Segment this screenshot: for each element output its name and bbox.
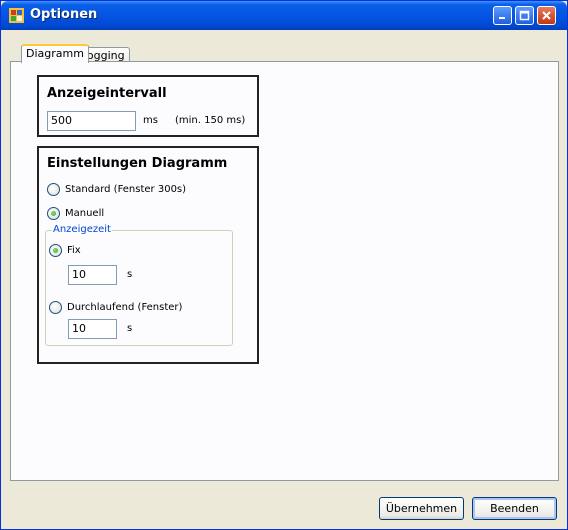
- fix-seconds-input[interactable]: 10: [68, 265, 117, 285]
- radio-durchlaufend-label[interactable]: Durchlaufend (Fenster): [67, 302, 182, 313]
- close-icon: [542, 11, 551, 20]
- minimize-button[interactable]: [493, 6, 512, 25]
- subgroup-anzeigezeit-title: Anzeigezeit: [52, 224, 112, 235]
- radio-fix-label[interactable]: Fix: [67, 245, 81, 256]
- minimize-icon: [499, 17, 505, 19]
- subgroup-anzeigezeit: Anzeigezeit Fix 10 s Durchlaufend (Fenst…: [45, 224, 233, 346]
- anzeigeintervall-input[interactable]: 500: [47, 111, 136, 131]
- tab-diagramm[interactable]: Diagramm: [21, 44, 89, 63]
- title-bar[interactable]: Optionen: [1, 1, 567, 30]
- radio-manuell-checked-dot: [51, 211, 56, 216]
- group-anzeigeintervall-title: Anzeigeintervall: [47, 86, 167, 101]
- radio-manuell[interactable]: [47, 207, 60, 220]
- maximize-button[interactable]: [515, 6, 534, 25]
- anzeigeintervall-unit: ms: [143, 115, 158, 126]
- tab-panel-diagramm: Anzeigeintervall 500 ms (min. 150 ms) Ei…: [10, 61, 559, 481]
- group-einstellungen-title: Einstellungen Diagramm: [47, 156, 228, 171]
- maximize-icon: [519, 10, 530, 21]
- apply-button[interactable]: Übernehmen: [379, 497, 464, 520]
- window-title: Optionen: [30, 7, 98, 22]
- durchlaufend-seconds-unit: s: [127, 323, 133, 334]
- close-window-button[interactable]: [537, 6, 556, 25]
- options-window: Optionen Diagramm Logging Anzeigeinterva…: [0, 0, 568, 530]
- durchlaufend-seconds-input[interactable]: 10: [68, 319, 117, 339]
- group-einstellungen-diagramm: Einstellungen Diagramm Standard (Fenster…: [37, 146, 259, 364]
- group-anzeigeintervall: Anzeigeintervall 500 ms (min. 150 ms): [37, 75, 259, 137]
- radio-fix-checked-dot: [53, 248, 58, 253]
- app-icon: [9, 8, 24, 23]
- radio-fix[interactable]: [49, 244, 62, 257]
- radio-manuell-label[interactable]: Manuell: [65, 208, 104, 219]
- radio-durchlaufend[interactable]: [49, 301, 62, 314]
- close-button[interactable]: Beenden: [472, 497, 557, 520]
- radio-standard[interactable]: [47, 183, 60, 196]
- radio-standard-label[interactable]: Standard (Fenster 300s): [65, 184, 186, 195]
- anzeigeintervall-hint: (min. 150 ms): [175, 115, 246, 126]
- fix-seconds-unit: s: [127, 269, 133, 280]
